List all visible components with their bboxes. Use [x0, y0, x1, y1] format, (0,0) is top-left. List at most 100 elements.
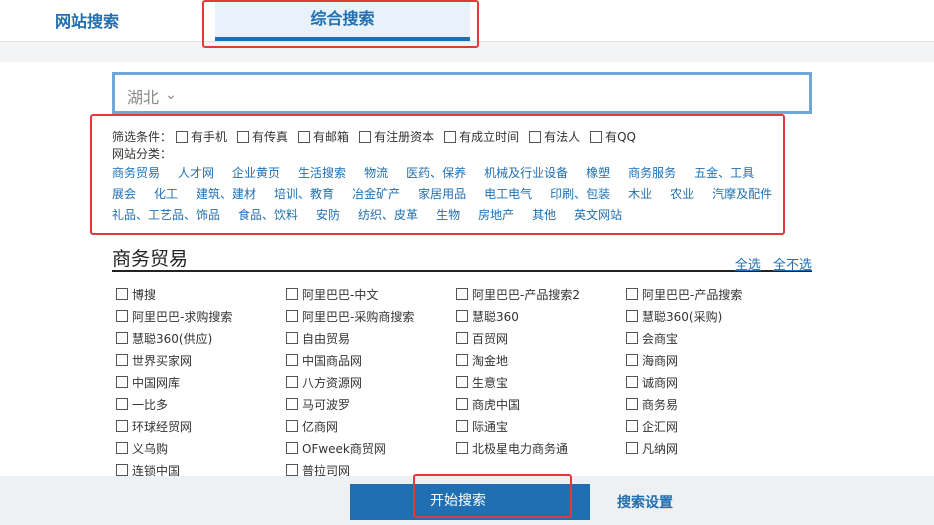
site-option[interactable]: 会商宝	[626, 330, 796, 347]
category-link[interactable]: 物流	[364, 166, 388, 180]
site-checkbox[interactable]	[626, 376, 638, 388]
category-link[interactable]: 商务贸易	[112, 166, 160, 180]
site-option[interactable]: 百贸网	[456, 330, 626, 347]
site-option[interactable]: 中国商品网	[286, 352, 456, 369]
site-option[interactable]: 中国网库	[116, 374, 286, 391]
site-option[interactable]: 北极星电力商务通	[456, 440, 626, 457]
site-option[interactable]: 自由贸易	[286, 330, 456, 347]
site-checkbox[interactable]	[456, 442, 468, 454]
chevron-down-icon[interactable]: ⌄	[165, 87, 177, 103]
filter-checkbox[interactable]	[237, 130, 250, 143]
site-checkbox[interactable]	[116, 442, 128, 454]
site-option[interactable]: 际通宝	[456, 418, 626, 435]
filter-option[interactable]: 有手机	[176, 128, 227, 145]
site-option[interactable]: 慧聪360	[456, 308, 626, 325]
category-link[interactable]: 商务服务	[628, 166, 676, 180]
site-checkbox[interactable]	[116, 288, 128, 300]
site-option[interactable]: 阿里巴巴-产品搜索	[626, 286, 796, 303]
category-link[interactable]: 纺织、皮革	[358, 208, 418, 222]
site-option[interactable]: 慧聪360(供应)	[116, 330, 286, 347]
site-checkbox[interactable]	[116, 332, 128, 344]
site-option[interactable]: 环球经贸网	[116, 418, 286, 435]
filter-option[interactable]: 有注册资本	[359, 128, 434, 145]
category-link[interactable]: 印刷、包装	[550, 187, 610, 201]
category-link[interactable]: 其他	[532, 208, 556, 222]
site-checkbox[interactable]	[116, 354, 128, 366]
site-option[interactable]: 慧聪360(采购)	[626, 308, 796, 325]
category-link[interactable]: 建筑、建材	[196, 187, 256, 201]
site-option[interactable]: 阿里巴巴-中文	[286, 286, 456, 303]
category-link[interactable]: 化工	[154, 187, 178, 201]
category-link[interactable]: 房地产	[478, 208, 514, 222]
site-option[interactable]: 阿里巴巴-求购搜索	[116, 308, 286, 325]
tab-site-search[interactable]: 网站搜索	[55, 8, 119, 32]
site-option[interactable]: 企汇网	[626, 418, 796, 435]
select-all-link[interactable]: 全选	[735, 258, 761, 273]
site-option[interactable]: 淘金地	[456, 352, 626, 369]
site-checkbox[interactable]	[286, 354, 298, 366]
site-checkbox[interactable]	[626, 310, 638, 322]
site-checkbox[interactable]	[626, 442, 638, 454]
filter-checkbox[interactable]	[176, 130, 189, 143]
site-checkbox[interactable]	[286, 420, 298, 432]
site-checkbox[interactable]	[456, 398, 468, 410]
filter-option[interactable]: 有成立时间	[444, 128, 519, 145]
filter-option[interactable]: 有传真	[237, 128, 288, 145]
category-link[interactable]: 食品、饮料	[238, 208, 298, 222]
filter-checkbox[interactable]	[529, 130, 542, 143]
filter-option[interactable]: 有法人	[529, 128, 580, 145]
category-link[interactable]: 生活搜索	[298, 166, 346, 180]
site-checkbox[interactable]	[456, 420, 468, 432]
site-checkbox[interactable]	[286, 376, 298, 388]
site-checkbox[interactable]	[286, 464, 298, 476]
site-checkbox[interactable]	[286, 332, 298, 344]
site-option[interactable]: 亿商网	[286, 418, 456, 435]
category-link[interactable]: 木业	[628, 187, 652, 201]
category-link[interactable]: 礼品、工艺品、饰品	[112, 208, 220, 222]
category-link[interactable]: 橡塑	[586, 166, 610, 180]
category-link[interactable]: 安防	[316, 208, 340, 222]
site-option[interactable]: 博搜	[116, 286, 286, 303]
site-checkbox[interactable]	[626, 420, 638, 432]
select-none-link[interactable]: 全不选	[773, 258, 812, 273]
site-checkbox[interactable]	[116, 464, 128, 476]
site-checkbox[interactable]	[456, 288, 468, 300]
site-checkbox[interactable]	[286, 398, 298, 410]
site-option[interactable]: 商务易	[626, 396, 796, 413]
site-checkbox[interactable]	[626, 332, 638, 344]
category-link[interactable]: 汽摩及配件	[712, 187, 772, 201]
category-link[interactable]: 医药、保养	[406, 166, 466, 180]
filter-checkbox[interactable]	[590, 130, 603, 143]
site-checkbox[interactable]	[626, 288, 638, 300]
site-checkbox[interactable]	[116, 420, 128, 432]
site-checkbox[interactable]	[456, 332, 468, 344]
tab-combined-search[interactable]: 综合搜索	[215, 2, 470, 41]
region-select-input[interactable]: 湖北 ⌄	[112, 72, 812, 114]
site-checkbox[interactable]	[626, 354, 638, 366]
category-link[interactable]: 电工电气	[484, 187, 532, 201]
category-link[interactable]: 机械及行业设备	[484, 166, 568, 180]
site-option[interactable]: 生意宝	[456, 374, 626, 391]
site-checkbox[interactable]	[286, 310, 298, 322]
site-option[interactable]: 马可波罗	[286, 396, 456, 413]
category-link[interactable]: 生物	[436, 208, 460, 222]
site-option[interactable]: 义乌购	[116, 440, 286, 457]
start-search-button[interactable]: 开始搜索	[350, 484, 590, 520]
site-checkbox[interactable]	[286, 442, 298, 454]
site-checkbox[interactable]	[116, 310, 128, 322]
category-link[interactable]: 展会	[112, 187, 136, 201]
category-link[interactable]: 冶金矿产	[352, 187, 400, 201]
category-link[interactable]: 企业黄页	[232, 166, 280, 180]
site-option[interactable]: 商虎中国	[456, 396, 626, 413]
site-checkbox[interactable]	[456, 376, 468, 388]
site-checkbox[interactable]	[456, 354, 468, 366]
site-option[interactable]: OFweek商贸网	[286, 440, 456, 457]
site-checkbox[interactable]	[116, 398, 128, 410]
filter-option[interactable]: 有邮箱	[298, 128, 349, 145]
site-option[interactable]: 一比多	[116, 396, 286, 413]
filter-checkbox[interactable]	[359, 130, 372, 143]
site-checkbox[interactable]	[456, 310, 468, 322]
site-checkbox[interactable]	[116, 376, 128, 388]
site-option[interactable]: 八方资源网	[286, 374, 456, 391]
site-option[interactable]: 阿里巴巴-采购商搜索	[286, 308, 456, 325]
